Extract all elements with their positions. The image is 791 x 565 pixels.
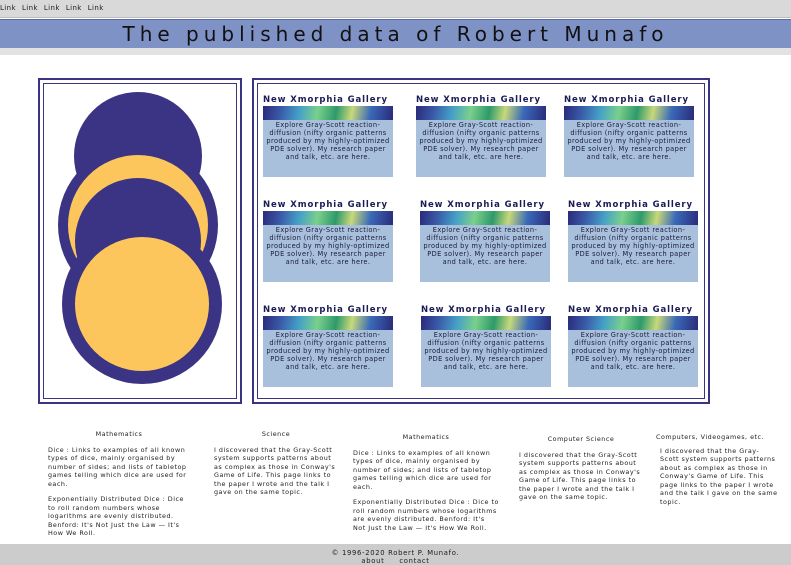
- gallery-card[interactable]: New Xmorphia Gallery Explore Gray-Scott …: [420, 200, 550, 282]
- gallery-card-text: Explore Gray-Scott reaction-diffusion (n…: [263, 225, 393, 282]
- title-banner: The published data of Robert Munafo: [0, 19, 791, 49]
- column-text[interactable]: I discovered that the Gray-Scott system …: [519, 451, 643, 502]
- decor-panel: [38, 78, 242, 404]
- xmorphia-thumbnail[interactable]: [568, 211, 698, 225]
- gallery-card-text: Explore Gray-Scott reaction-diffusion (n…: [420, 225, 550, 282]
- column-heading: Computers, Videogames, etc.: [656, 433, 765, 441]
- xmorphia-thumbnail[interactable]: [564, 106, 694, 120]
- gallery-card-title[interactable]: New Xmorphia Gallery: [568, 305, 698, 315]
- banner-underline: [0, 48, 791, 55]
- gallery-card-text: Explore Gray-Scott reaction-diffusion (n…: [421, 330, 551, 387]
- circles-graphic: [58, 92, 222, 384]
- xmorphia-thumbnail[interactable]: [416, 106, 546, 120]
- about-link[interactable]: about: [361, 557, 384, 565]
- gallery-card-title[interactable]: New Xmorphia Gallery: [420, 200, 550, 210]
- gallery-card-title[interactable]: New Xmorphia Gallery: [263, 200, 393, 210]
- xmorphia-thumbnail[interactable]: [263, 316, 393, 330]
- gallery-card[interactable]: New Xmorphia Gallery Explore Gray-Scott …: [263, 305, 393, 387]
- gallery-card-text: Explore Gray-Scott reaction-diffusion (n…: [263, 330, 393, 387]
- gallery-card[interactable]: New Xmorphia Gallery Explore Gray-Scott …: [568, 200, 698, 282]
- gallery-card-title[interactable]: New Xmorphia Gallery: [263, 305, 393, 315]
- gallery-card-text: Explore Gray-Scott reaction-diffusion (n…: [263, 120, 393, 177]
- column-heading: Science: [261, 430, 291, 438]
- nav-link-1[interactable]: Link: [0, 4, 16, 12]
- gallery-card[interactable]: New Xmorphia Gallery Explore Gray-Scott …: [421, 305, 551, 387]
- gallery-card-title[interactable]: New Xmorphia Gallery: [564, 95, 694, 105]
- gallery-card[interactable]: New Xmorphia Gallery Explore Gray-Scott …: [564, 95, 694, 177]
- xmorphia-thumbnail[interactable]: [568, 316, 698, 330]
- top-nav: Link Link Link Link Link: [0, 0, 791, 18]
- column-text[interactable]: I discovered that the Gray-Scott system …: [214, 446, 338, 497]
- nav-link-3[interactable]: Link: [44, 4, 60, 12]
- gallery-card-text: Explore Gray-Scott reaction-diffusion (n…: [416, 120, 546, 177]
- gallery-card-text: Explore Gray-Scott reaction-diffusion (n…: [564, 120, 694, 177]
- gallery-card-title[interactable]: New Xmorphia Gallery: [263, 95, 393, 105]
- column-text[interactable]: Exponentially Distributed Dice : Dice to…: [353, 498, 499, 532]
- column-text[interactable]: I discovered that the Gray-Scott system …: [656, 447, 778, 507]
- gallery-card-title[interactable]: New Xmorphia Gallery: [421, 305, 551, 315]
- page-title: The published data of Robert Munafo: [122, 22, 669, 46]
- column-heading: Mathematics: [402, 433, 450, 441]
- contact-link[interactable]: contact: [399, 557, 429, 565]
- nav-link-5[interactable]: Link: [88, 4, 104, 12]
- gallery-panel: New Xmorphia Gallery Explore Gray-Scott …: [252, 78, 710, 404]
- page-footer: © 1996-2020 Robert P. Munafo. about cont…: [0, 544, 791, 565]
- xmorphia-thumbnail[interactable]: [420, 211, 550, 225]
- gallery-card[interactable]: New Xmorphia Gallery Explore Gray-Scott …: [568, 305, 698, 387]
- column-text[interactable]: Dice : Links to examples of all known ty…: [353, 449, 499, 492]
- gallery-card[interactable]: New Xmorphia Gallery Explore Gray-Scott …: [263, 200, 393, 282]
- gallery-card-text: Explore Gray-Scott reaction-diffusion (n…: [568, 225, 698, 282]
- column-text[interactable]: Exponentially Distributed Dice : Dice to…: [48, 495, 190, 538]
- gallery-card-text: Explore Gray-Scott reaction-diffusion (n…: [568, 330, 698, 387]
- gallery-card[interactable]: New Xmorphia Gallery Explore Gray-Scott …: [416, 95, 546, 177]
- nav-link-2[interactable]: Link: [22, 4, 38, 12]
- footer-column-computers-videogames: Computers, Videogames, etc. I discovered…: [656, 433, 778, 513]
- copyright-text: © 1996-2020 Robert P. Munafo.: [331, 549, 460, 557]
- column-heading: Computer Science: [547, 435, 615, 443]
- footer-column-computer-science: Computer Science I discovered that the G…: [519, 435, 643, 509]
- circle-bottom-gold: [75, 237, 209, 371]
- footer-column-mathematics: Mathematics Dice : Links to examples of …: [48, 430, 190, 545]
- footer-column-mathematics-2: Mathematics Dice : Links to examples of …: [353, 433, 499, 539]
- xmorphia-thumbnail[interactable]: [263, 211, 393, 225]
- nav-link-4[interactable]: Link: [66, 4, 82, 12]
- column-heading: Mathematics: [95, 430, 143, 438]
- gallery-card-title[interactable]: New Xmorphia Gallery: [416, 95, 546, 105]
- gallery-card[interactable]: New Xmorphia Gallery Explore Gray-Scott …: [263, 95, 393, 177]
- footer-column-science: Science I discovered that the Gray-Scott…: [214, 430, 338, 504]
- xmorphia-thumbnail[interactable]: [263, 106, 393, 120]
- column-text[interactable]: Dice : Links to examples of all known ty…: [48, 446, 190, 489]
- gallery-card-title[interactable]: New Xmorphia Gallery: [568, 200, 698, 210]
- xmorphia-thumbnail[interactable]: [421, 316, 551, 330]
